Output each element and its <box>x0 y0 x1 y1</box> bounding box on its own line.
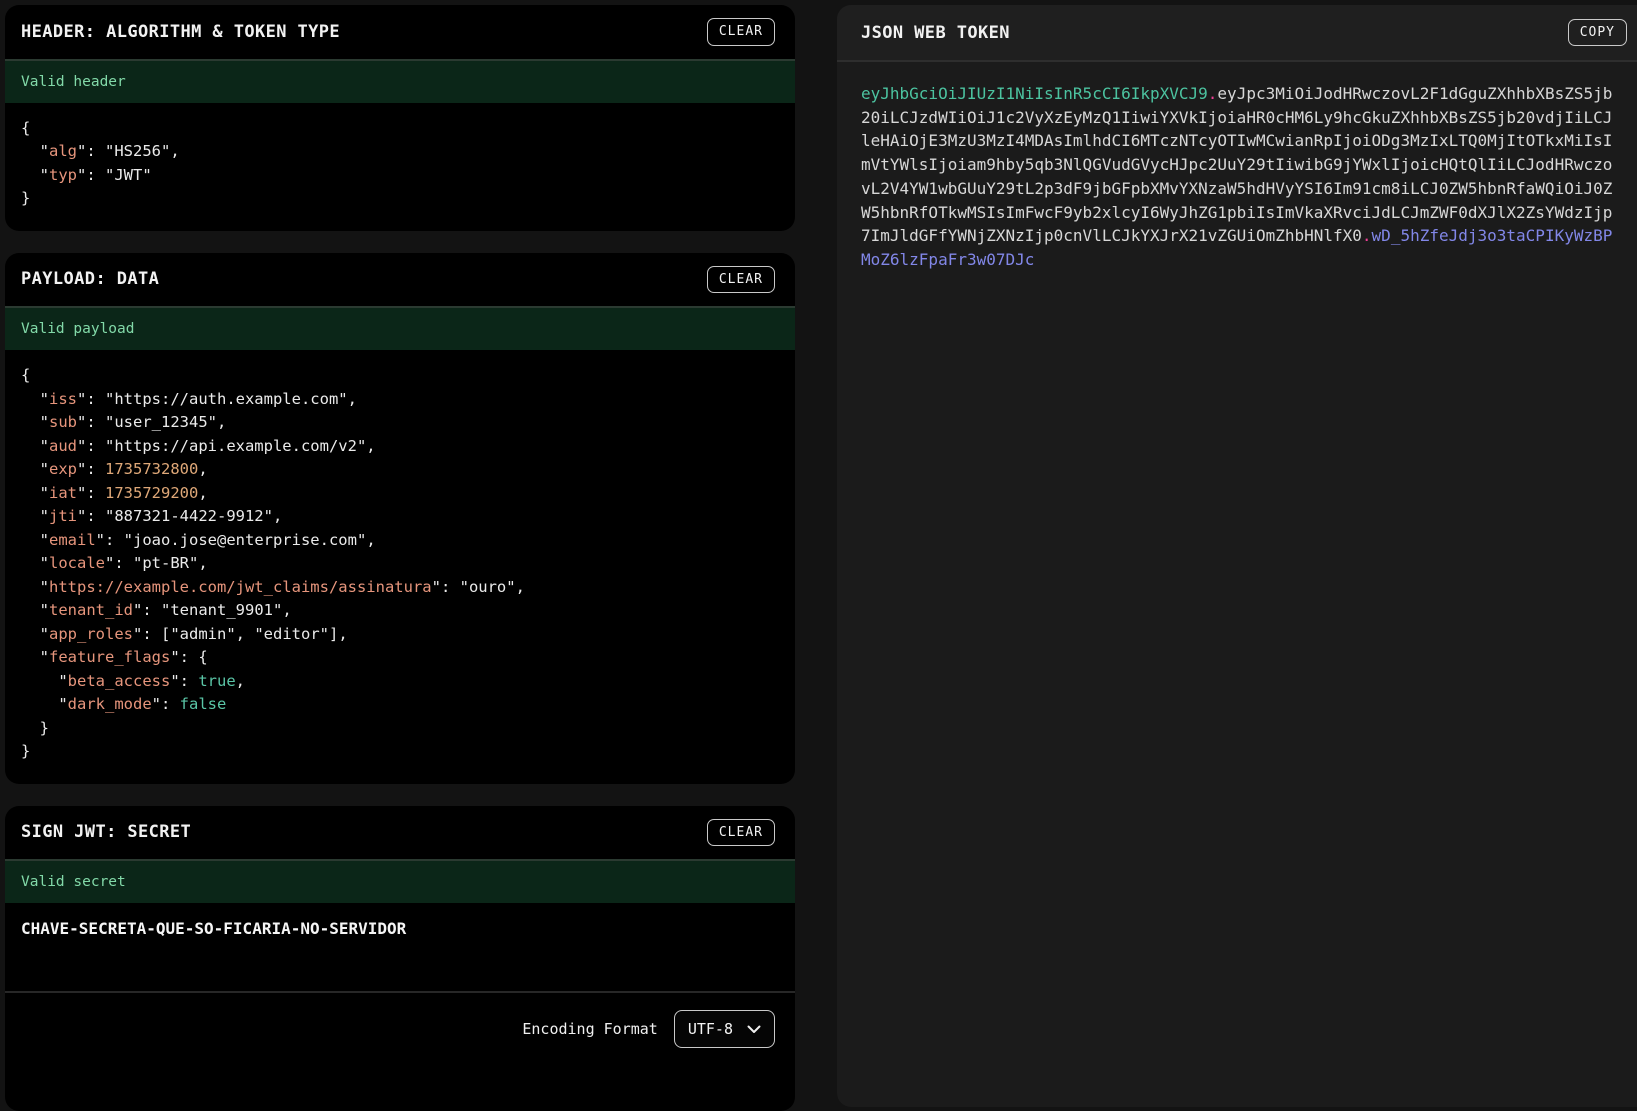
payload-json-editor[interactable]: { "iss": "https://auth.example.com", "su… <box>5 350 795 784</box>
header-panel-titlebar: HEADER: ALGORITHM & TOKEN TYPE CLEAR <box>5 5 795 59</box>
jwt-panel: JSON WEB TOKEN COPY eyJhbGciOiJIUzI1NiIs… <box>837 5 1637 1107</box>
encoding-format-select[interactable]: UTF-8 <box>674 1010 775 1048</box>
token-column: JSON WEB TOKEN COPY eyJhbGciOiJIUzI1NiIs… <box>837 5 1637 1107</box>
secret-input[interactable]: CHAVE-SECRETA-QUE-SO-FICARIA-NO-SERVIDOR <box>5 903 795 991</box>
payload-panel-title: PAYLOAD: DATA <box>21 269 159 289</box>
jwt-debugger-app: HEADER: ALGORITHM & TOKEN TYPE CLEAR Val… <box>0 0 1637 1111</box>
jwt-token-text: eyJhbGciOiJIUzI1NiIsInR5cCI6IkpXVCJ9.eyJ… <box>861 82 1612 272</box>
jwt-panel-title: JSON WEB TOKEN <box>861 23 1010 43</box>
jwt-segment-header: eyJhbGciOiJIUzI1NiIsInR5cCI6IkpXVCJ9 <box>861 84 1208 103</box>
header-clear-button[interactable]: CLEAR <box>707 18 775 46</box>
payload-clear-button[interactable]: CLEAR <box>707 266 775 294</box>
jwt-token-display[interactable]: eyJhbGciOiJIUzI1NiIsInR5cCI6IkpXVCJ9.eyJ… <box>837 62 1637 1107</box>
jwt-segment-separator: . <box>1362 226 1372 245</box>
header-panel-title: HEADER: ALGORITHM & TOKEN TYPE <box>21 22 340 42</box>
jwt-segment-payload: eyJpc3MiOiJodHRwczovL2F1dGguZXhhbXBsZS5j… <box>861 84 1612 245</box>
encoder-column: HEADER: ALGORITHM & TOKEN TYPE CLEAR Val… <box>5 5 795 1111</box>
jwt-segment-separator: . <box>1208 84 1218 103</box>
payload-status-badge: Valid payload <box>5 306 795 350</box>
secret-footer: Encoding Format UTF-8 <box>5 991 795 1065</box>
secret-panel: SIGN JWT: SECRET CLEAR Valid secret CHAV… <box>5 806 795 1111</box>
secret-panel-titlebar: SIGN JWT: SECRET CLEAR <box>5 806 795 860</box>
jwt-panel-titlebar: JSON WEB TOKEN COPY <box>837 5 1637 62</box>
header-panel: HEADER: ALGORITHM & TOKEN TYPE CLEAR Val… <box>5 5 795 231</box>
secret-clear-button[interactable]: CLEAR <box>707 819 775 847</box>
header-json-editor[interactable]: { "alg": "HS256", "typ": "JWT"} <box>5 103 795 231</box>
encoding-format-label: Encoding Format <box>522 1020 657 1038</box>
secret-status-badge: Valid secret <box>5 859 795 903</box>
header-status-badge: Valid header <box>5 59 795 103</box>
payload-panel: PAYLOAD: DATA CLEAR Valid payload { "iss… <box>5 253 795 784</box>
payload-panel-titlebar: PAYLOAD: DATA CLEAR <box>5 253 795 307</box>
encoding-format-value: UTF-8 <box>688 1020 733 1038</box>
copy-token-button[interactable]: COPY <box>1568 19 1627 47</box>
secret-panel-title: SIGN JWT: SECRET <box>21 822 191 842</box>
chevron-down-icon <box>747 1025 761 1034</box>
